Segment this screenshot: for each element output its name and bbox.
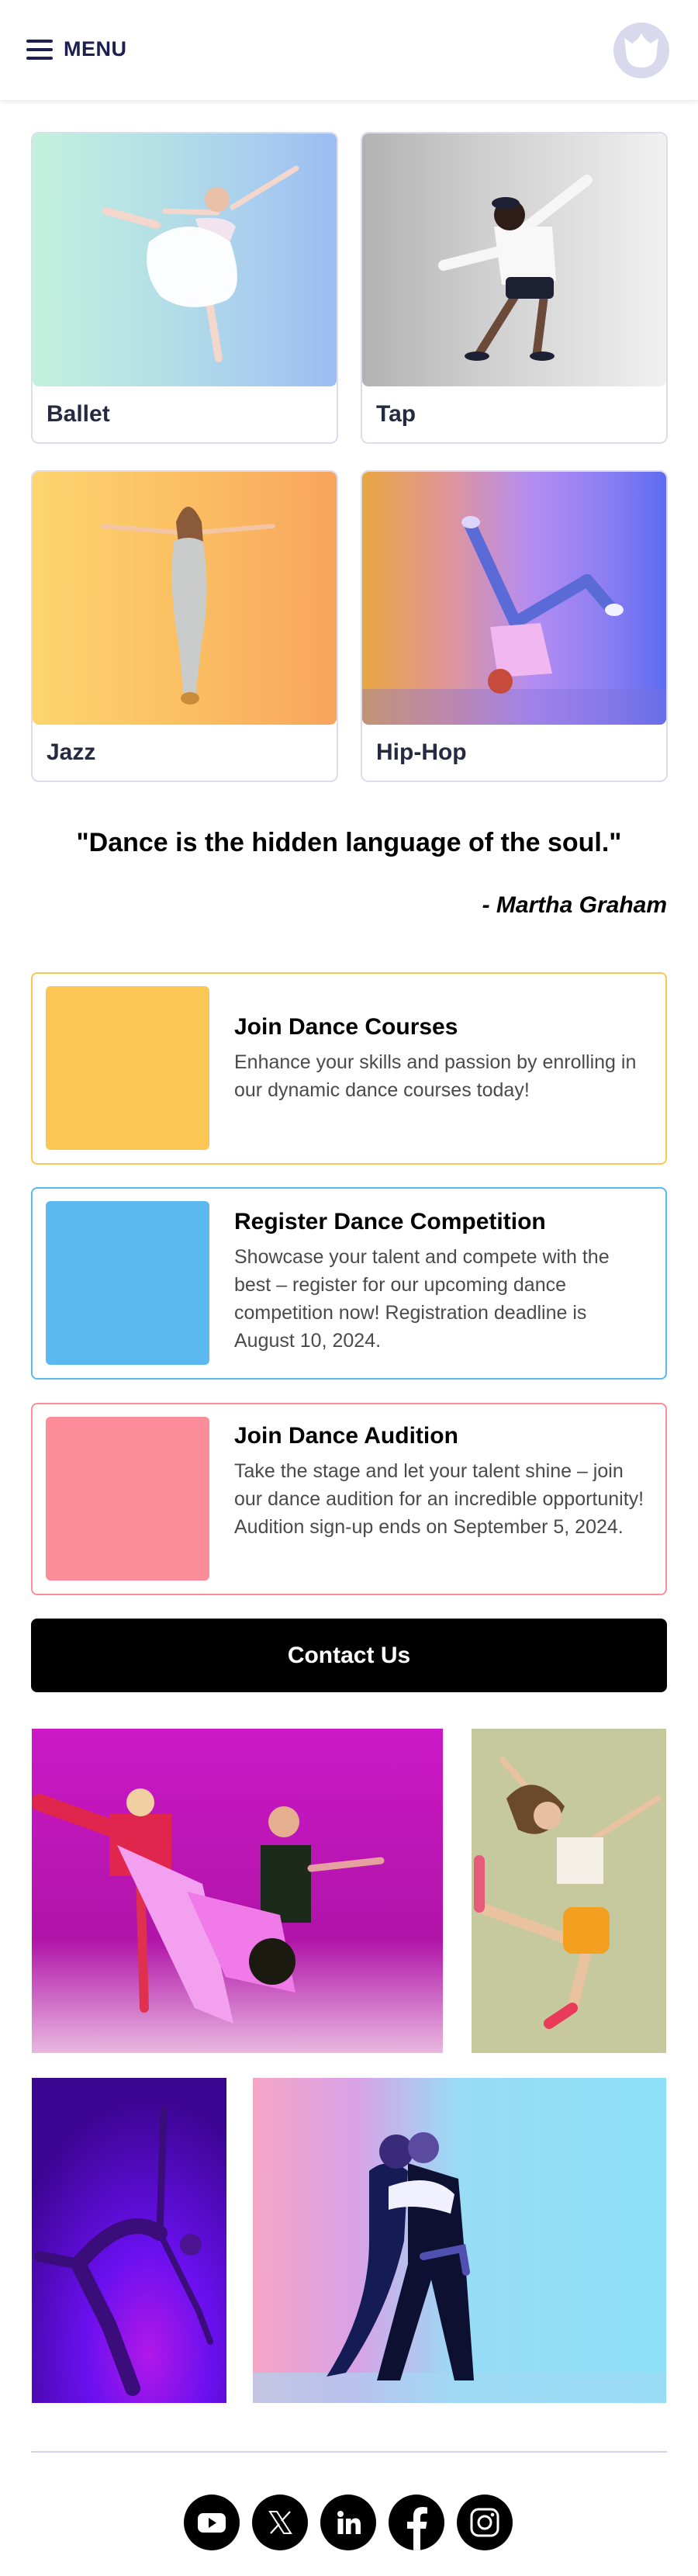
competition-image-placeholder (46, 1201, 209, 1365)
menu-label: MENU (64, 37, 127, 61)
tap-dancer-photo (362, 133, 666, 386)
contact-us-button[interactable]: Contact Us (31, 1619, 667, 1692)
hamburger-icon (26, 39, 53, 60)
social-links (184, 2495, 513, 2550)
x-twitter-icon[interactable] (252, 2495, 308, 2550)
jumping-dancer-photo (472, 1729, 666, 2053)
category-label: Tap (376, 401, 416, 427)
facebook-icon[interactable] (389, 2495, 444, 2550)
info-card-title: Join Dance Courses (234, 1014, 458, 1040)
quote-author: - Martha Graham (482, 892, 667, 918)
category-label: Jazz (47, 739, 96, 765)
info-card-description: Showcase your talent and compete with th… (234, 1246, 610, 1352)
audition-image-placeholder (46, 1417, 209, 1581)
category-card-tap[interactable]: Tap (361, 132, 668, 444)
footer-divider (31, 2451, 667, 2453)
info-card-title: Register Dance Competition (234, 1209, 546, 1234)
quote-text: "Dance is the hidden language of the sou… (76, 828, 622, 857)
info-card-description: Take the stage and let your talent shine… (234, 1460, 644, 1538)
linkedin-icon[interactable] (320, 2495, 376, 2550)
group-dancers-magenta-photo (32, 1729, 443, 2053)
hiphop-dancer-photo (362, 472, 666, 725)
category-card-ballet[interactable]: Ballet (31, 132, 338, 444)
menu-button[interactable]: MENU (26, 37, 127, 61)
category-card-hip-hop[interactable]: Hip-Hop (361, 470, 668, 782)
info-card-title: Join Dance Audition (234, 1423, 458, 1449)
contemporary-dancer-purple-photo (32, 2078, 226, 2403)
youtube-icon[interactable] (184, 2495, 240, 2550)
info-card-description: Enhance your skills and passion by enrol… (234, 1051, 637, 1101)
category-card-jazz[interactable]: Jazz (31, 470, 338, 782)
courses-image-placeholder (46, 986, 209, 1150)
ballet-dancer-photo (33, 133, 337, 386)
info-card-audition[interactable]: Join Dance Audition Take the stage and l… (31, 1403, 667, 1595)
instagram-icon[interactable] (457, 2495, 513, 2550)
info-card-competition[interactable]: Register Dance Competition Showcase your… (31, 1187, 667, 1380)
jazz-dancer-photo (33, 472, 337, 725)
tango-couple-photo (253, 2078, 666, 2403)
category-label: Hip-Hop (376, 739, 467, 765)
category-label: Ballet (47, 401, 110, 427)
cat-logo-icon[interactable] (613, 23, 669, 78)
top-header: MENU (0, 0, 698, 101)
info-card-courses[interactable]: Join Dance Courses Enhance your skills a… (31, 972, 667, 1165)
